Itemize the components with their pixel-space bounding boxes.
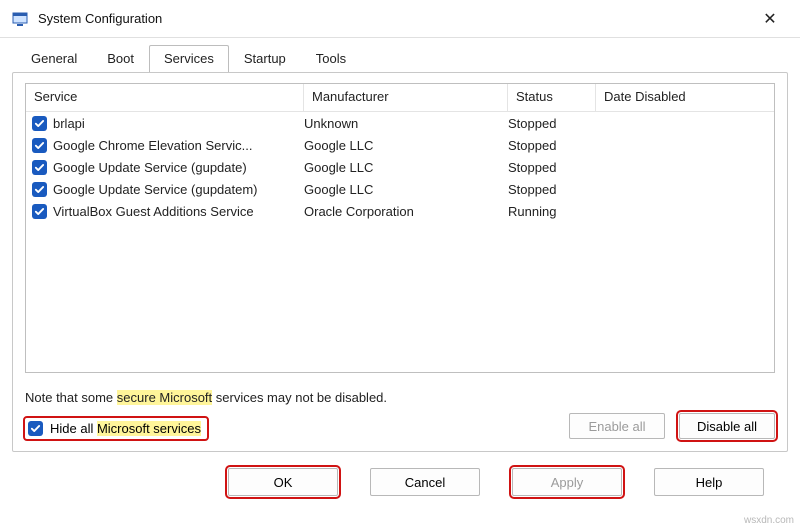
column-header-manufacturer[interactable]: Manufacturer (304, 84, 508, 111)
table-row[interactable]: brlapi UnknownStopped (26, 112, 774, 134)
column-header-date-disabled[interactable]: Date Disabled (596, 84, 774, 111)
checkbox-icon[interactable] (32, 116, 47, 131)
service-manufacturer: Unknown (304, 116, 508, 131)
service-manufacturer: Google LLC (304, 182, 508, 197)
table-row[interactable]: Google Chrome Elevation Servic... Google … (26, 134, 774, 156)
service-status: Stopped (508, 182, 596, 197)
table-row[interactable]: Google Update Service (gupdatem) Google L… (26, 178, 774, 200)
note-post: services may not be disabled. (212, 390, 387, 405)
services-panel: Service Manufacturer Status Date Disable… (12, 72, 788, 452)
cancel-button[interactable]: Cancel (370, 468, 480, 496)
tab-boot[interactable]: Boot (92, 45, 149, 73)
service-status: Running (508, 204, 596, 219)
service-manufacturer: Google LLC (304, 138, 508, 153)
service-manufacturer: Oracle Corporation (304, 204, 508, 219)
close-button[interactable]: ✕ (750, 4, 790, 34)
tab-general[interactable]: General (16, 45, 92, 73)
checkbox-icon (28, 421, 43, 436)
listview-header: Service Manufacturer Status Date Disable… (26, 84, 774, 112)
checkbox-icon[interactable] (32, 160, 47, 175)
checkbox-icon[interactable] (32, 182, 47, 197)
service-name: VirtualBox Guest Additions Service (53, 204, 254, 219)
service-manufacturer: Google LLC (304, 160, 508, 175)
watermark: wsxdn.com (744, 515, 794, 526)
service-name: brlapi (53, 116, 85, 131)
checkbox-icon[interactable] (32, 138, 47, 153)
hide-microsoft-services-checkbox[interactable]: Hide all Microsoft services (23, 416, 209, 441)
disable-note: Note that some secure Microsoft services… (25, 390, 387, 405)
column-header-service[interactable]: Service (26, 84, 304, 111)
listview-body: brlapiUnknownStoppedGoogle Chrome Elevat… (26, 112, 774, 222)
tab-tools[interactable]: Tools (301, 45, 361, 73)
enable-all-button[interactable]: Enable all (569, 413, 665, 439)
service-status: Stopped (508, 116, 596, 131)
service-name: Google Update Service (gupdate) (53, 160, 247, 175)
help-button[interactable]: Help (654, 468, 764, 496)
services-listview[interactable]: Service Manufacturer Status Date Disable… (25, 83, 775, 373)
app-icon (12, 11, 28, 27)
hide-label: Hide all Microsoft services (50, 421, 201, 436)
service-status: Stopped (508, 138, 596, 153)
service-name: Google Chrome Elevation Servic... (53, 138, 252, 153)
titlebar: System Configuration ✕ (0, 0, 800, 38)
tab-services[interactable]: Services (149, 45, 229, 73)
dialog-buttons: OK Cancel Apply Help (12, 452, 788, 496)
ok-button[interactable]: OK (228, 468, 338, 496)
note-highlight: secure Microsoft (117, 390, 212, 405)
column-header-status[interactable]: Status (508, 84, 596, 111)
note-pre: Note that some (25, 390, 117, 405)
window-title: System Configuration (38, 11, 750, 26)
table-row[interactable]: Google Update Service (gupdate) Google LL… (26, 156, 774, 178)
tab-startup[interactable]: Startup (229, 45, 301, 73)
disable-all-button[interactable]: Disable all (679, 413, 775, 439)
tabstrip: General Boot Services Startup Tools (16, 44, 788, 72)
checkbox-icon[interactable] (32, 204, 47, 219)
service-name: Google Update Service (gupdatem) (53, 182, 258, 197)
table-row[interactable]: VirtualBox Guest Additions Service Oracle… (26, 200, 774, 222)
service-status: Stopped (508, 160, 596, 175)
panel-buttons: Enable all Disable all (569, 413, 775, 439)
apply-button[interactable]: Apply (512, 468, 622, 496)
